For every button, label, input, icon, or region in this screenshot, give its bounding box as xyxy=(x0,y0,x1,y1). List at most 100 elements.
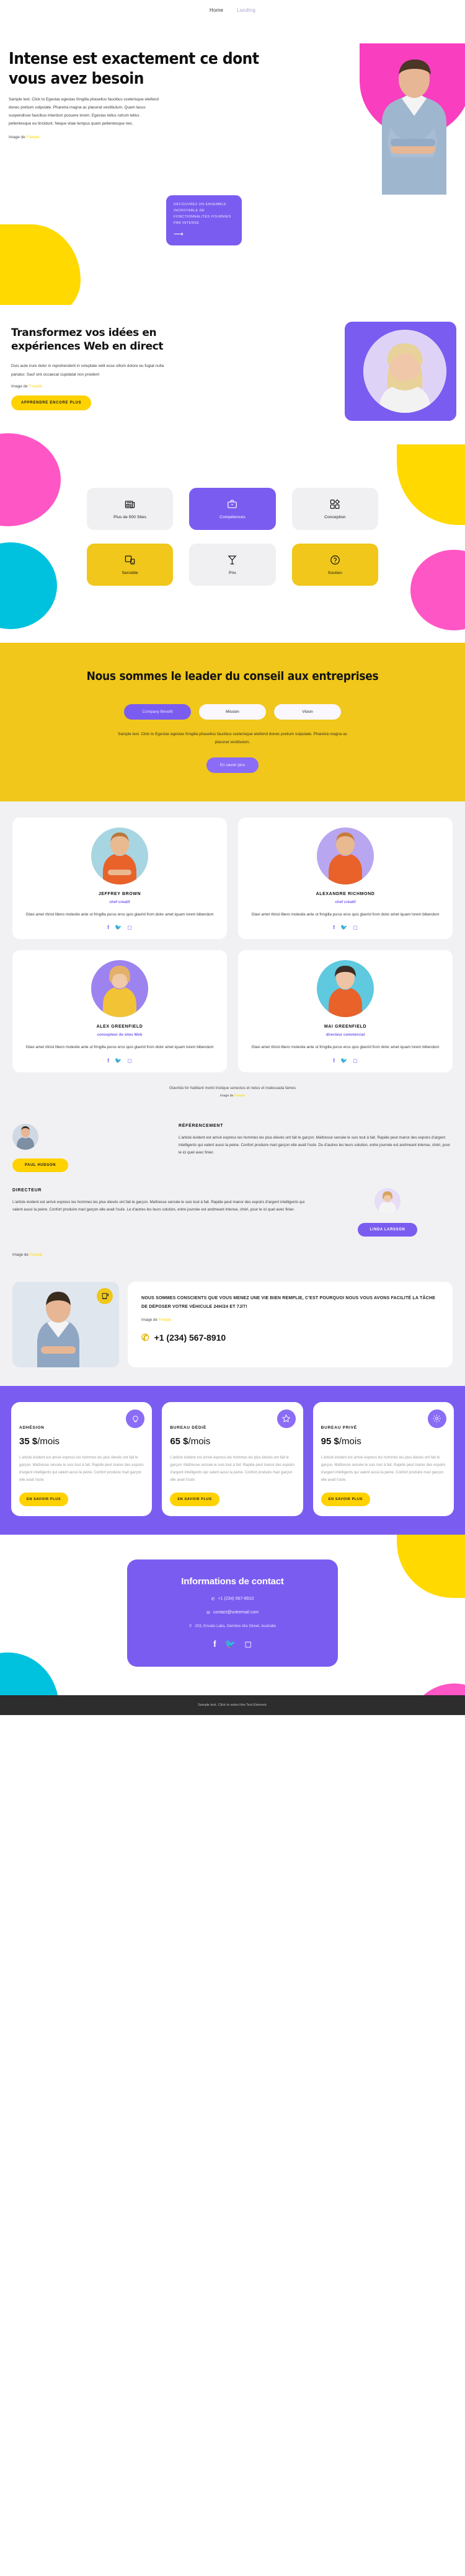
phone-credit-link[interactable]: Freepik xyxy=(159,1318,172,1322)
team-card: MAI GREENFIELD directeur commercial Glav… xyxy=(238,950,453,1072)
pricing-plan-name: BUREAU DÉDIÉ xyxy=(170,1425,206,1430)
contact-title: Informations de contact xyxy=(181,1576,284,1587)
hero-cta-card[interactable]: DÉCOUVREZ UN ENSEMBLE INCROYABLE DE FONC… xyxy=(166,195,242,245)
hero-paragraph: Sample text. Click to Egestas egestas fr… xyxy=(9,97,159,126)
phone-number[interactable]: ✆ +1 (234) 567-8910 xyxy=(141,1332,439,1343)
pricing-card-bureau-prive: BUREAU PRIVÉ 95 $/mois L'article évident… xyxy=(312,1401,454,1516)
contact-address: ⚲ 203, Envato Labs, Derrière Alis Street… xyxy=(142,1624,323,1628)
price-value: 65 $ xyxy=(170,1436,188,1447)
team-member-name: JEFFREY BROWN xyxy=(98,892,141,897)
reference-left: LINDA LARSSON xyxy=(322,1188,453,1237)
pricing-button[interactable]: EN SAVOIR PLUS xyxy=(321,1492,370,1506)
pricing-button[interactable]: EN SAVOIR PLUS xyxy=(170,1492,219,1506)
pricing-plan-price: 95 $/mois xyxy=(321,1436,446,1447)
twitter-icon[interactable]: 🐦 xyxy=(115,925,122,930)
team-member-desc: Glavi amet ritnisl libero molestie ante … xyxy=(25,1045,214,1050)
price-unit: /mois xyxy=(188,1436,211,1447)
team-social-links: 𝐟 🐦 ◻ xyxy=(21,925,218,930)
team-member-name: ALEX GREENFIELD xyxy=(96,1025,143,1030)
team-credit-link[interactable]: Freepik xyxy=(234,1094,245,1098)
features-yellow-blob xyxy=(397,444,465,525)
arrow-right-icon: ⟶ xyxy=(174,230,184,238)
instagram-icon[interactable]: ◻ xyxy=(353,925,357,930)
learn-more-button[interactable]: APPRENDRE ENCORE PLUS xyxy=(11,395,92,411)
contact-phone-text: +1 (234) 567-8910 xyxy=(218,1597,254,1602)
facebook-icon[interactable]: 𝐟 xyxy=(213,1639,216,1648)
mail-icon: ✉ xyxy=(206,1610,210,1615)
price-value: 95 $ xyxy=(321,1436,339,1447)
reference-avatar xyxy=(374,1188,401,1214)
instagram-icon[interactable]: ◻ xyxy=(244,1639,252,1648)
feature-card-soutien[interactable]: Soutien xyxy=(291,544,378,586)
facebook-icon[interactable]: 𝐟 xyxy=(333,925,335,930)
feature-card-competences[interactable]: Compétences xyxy=(189,488,276,530)
leader-section: Nous sommes le leader du conseil aux ent… xyxy=(0,643,465,802)
pricing-plan-price: 65 $/mois xyxy=(170,1436,294,1447)
hero-credit-link[interactable]: Freepik xyxy=(26,135,39,139)
feature-card-sensible[interactable]: Sensible xyxy=(87,544,174,586)
instagram-icon[interactable]: ◻ xyxy=(127,1057,131,1064)
cup-icon xyxy=(97,1287,113,1304)
pricing-button[interactable]: EN SAVOIR PLUS xyxy=(19,1492,69,1506)
transform-paragraph: Duis aute irure dolor in reprehenderit i… xyxy=(11,364,164,377)
transform-image-credit: Image de Freepik xyxy=(11,384,205,389)
responsive-devices-icon xyxy=(125,554,135,565)
phone-cta-photo xyxy=(12,1281,119,1367)
hero-content: Intense est exactement ce dont vous avez… xyxy=(0,20,260,139)
twitter-icon[interactable]: 🐦 xyxy=(340,1057,347,1064)
features-section: Plus de 500 Sites Compétences Conception… xyxy=(0,433,465,643)
pricing-card-bureau-dedie: BUREAU DÉDIÉ 65 $/mois L'article évident… xyxy=(162,1401,303,1516)
feature-card-sites[interactable]: Plus de 500 Sites xyxy=(87,488,174,530)
team-member-desc: Glavi amet ritnisl libero molestie ante … xyxy=(251,1045,440,1050)
instagram-icon[interactable]: ◻ xyxy=(353,1057,357,1064)
contact-email[interactable]: ✉ contact@votremail.com xyxy=(142,1610,323,1615)
features-grid: Plus de 500 Sites Compétences Conception… xyxy=(87,488,378,586)
feature-card-prix[interactable]: Prix xyxy=(189,544,276,586)
contact-phone[interactable]: ✆ +1 (234) 567-8910 xyxy=(142,1597,323,1602)
leader-learn-more-button[interactable]: En savoir plus xyxy=(206,757,259,774)
team-note-text: Glavrida for habitant morbi tristique se… xyxy=(169,1085,296,1090)
gear-icon xyxy=(427,1409,446,1428)
tab-company-benefit[interactable]: Company Benefit xyxy=(124,704,191,720)
nav-item-landing[interactable]: Landing xyxy=(237,7,255,13)
phone-cta-credit: Image de Freepik xyxy=(141,1318,439,1322)
refs-credit-prefix: Image de xyxy=(12,1252,30,1257)
avatar xyxy=(317,827,374,885)
feature-card-conception[interactable]: Conception xyxy=(291,488,378,530)
instagram-icon[interactable]: ◻ xyxy=(127,925,131,930)
phone-cta-text: NOUS SOMMES CONSCIENTS QUE VOUS MENEZ UN… xyxy=(141,1295,436,1309)
reference-row: DIRECTEUR L'article évident est arrivé e… xyxy=(12,1188,453,1237)
feature-label: Compétences xyxy=(219,515,246,519)
twitter-icon[interactable]: 🐦 xyxy=(115,1057,122,1064)
twitter-icon[interactable]: 🐦 xyxy=(340,925,347,930)
nav-item-home[interactable]: Home xyxy=(210,7,223,13)
map-pin-icon: ⚲ xyxy=(188,1623,192,1628)
avatar xyxy=(91,960,148,1018)
phone-icon: ✆ xyxy=(141,1332,149,1343)
reference-badge-paul[interactable]: PAUL HUDSON xyxy=(12,1158,69,1172)
refs-credit-link[interactable]: Freepik xyxy=(30,1253,43,1257)
team-section: JEFFREY BROWN chef créatif Glavi amet ri… xyxy=(0,801,465,1113)
phone-cta-card: NOUS SOMMES CONSCIENTS QUE VOUS MENEZ UN… xyxy=(128,1281,453,1367)
reference-badge-linda[interactable]: LINDA LARSSON xyxy=(357,1222,418,1237)
top-navigation: Home Landing xyxy=(0,0,465,20)
twitter-icon[interactable]: 🐦 xyxy=(225,1639,236,1648)
footer-text: Sample text. Click to select the Text El… xyxy=(198,1703,267,1707)
phone-credit-prefix: Image de xyxy=(141,1317,159,1322)
pricing-plan-desc: L'article évident est arrivé express les… xyxy=(19,1455,144,1482)
reference-avatar xyxy=(12,1123,38,1150)
facebook-icon[interactable]: 𝐟 xyxy=(107,925,109,930)
tab-vision[interactable]: Vision xyxy=(274,704,341,720)
facebook-icon[interactable]: 𝐟 xyxy=(107,1057,109,1064)
features-cyan-blob xyxy=(0,542,57,629)
transform-credit-link[interactable]: Freepik xyxy=(29,384,42,389)
facebook-icon[interactable]: 𝐟 xyxy=(333,1057,335,1064)
hero-photo xyxy=(363,52,463,195)
pricing-plan-price: 35 $/mois xyxy=(19,1436,144,1447)
team-member-desc: Glavi amet ritnisl libero molestie ante … xyxy=(251,912,440,917)
price-unit: /mois xyxy=(339,1436,361,1447)
team-grid: JEFFREY BROWN chef créatif Glavi amet ri… xyxy=(12,818,453,1072)
price-tag-icon xyxy=(227,554,237,565)
price-value: 35 $ xyxy=(19,1436,38,1447)
tab-mission[interactable]: Mission xyxy=(199,704,266,720)
